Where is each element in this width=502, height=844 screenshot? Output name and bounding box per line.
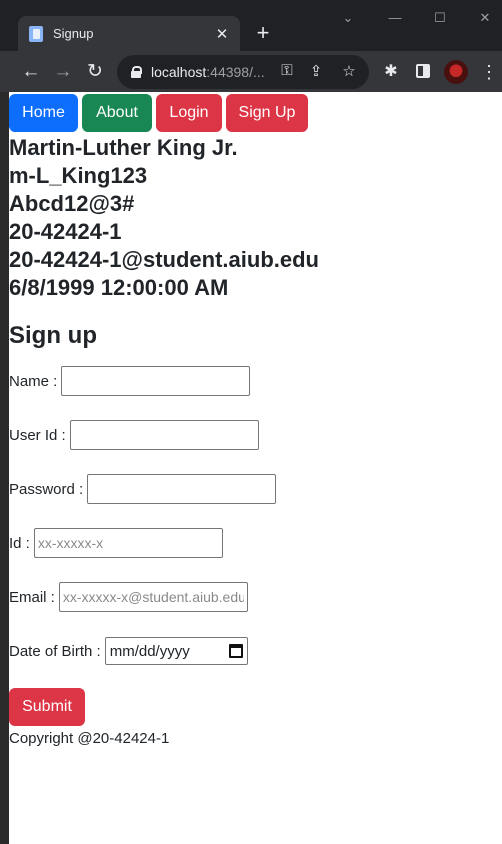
navbar: Home About Login Sign Up [9, 94, 312, 132]
signup-button[interactable]: Sign Up [226, 94, 308, 132]
email-row: Email : [9, 582, 248, 612]
menu-icon[interactable]: ⋮ [480, 60, 498, 84]
address-bar[interactable]: localhost:44398/... ⚿ ⇪ ☆ [117, 55, 369, 89]
footer-copyright: Copyright @20-42424-1 [9, 730, 170, 747]
dob-label: Date of Birth : [9, 642, 101, 660]
reload-icon[interactable]: ↻ [83, 60, 107, 84]
close-tab-icon[interactable]: ✕ [214, 25, 230, 43]
userid-row: User Id : [9, 420, 259, 450]
form-title: Sign up [9, 322, 97, 349]
lock-icon [131, 66, 142, 78]
id-label: Id : [9, 534, 30, 552]
id-row: Id : [9, 528, 223, 558]
info-user-id: m-L_King123 [9, 163, 148, 188]
password-label: Password : [9, 480, 84, 498]
about-button[interactable]: About [82, 94, 152, 132]
browser-chrome: Signup ✕ + ⌄ — ☐ ✕ ← → ↻ localhost:44398… [0, 0, 502, 92]
maximize-icon[interactable]: ☐ [425, 10, 455, 26]
star-icon[interactable]: ☆ [339, 62, 359, 80]
dob-input[interactable]: mm/dd/yyyy [104, 637, 248, 665]
home-button[interactable]: Home [9, 94, 78, 132]
calendar-icon[interactable] [228, 644, 243, 658]
page-content: Home About Login Sign Up Martin-Luther K… [9, 92, 502, 844]
info-id: 20-42424-1 [9, 219, 122, 244]
tab-title: Signup [53, 26, 94, 41]
dob-row: Date of Birth : mm/dd/yyyy [9, 636, 248, 666]
userid-input[interactable] [69, 420, 259, 450]
info-password: Abcd12@3# [9, 191, 135, 216]
tab-search-icon[interactable]: ⌄ [333, 10, 363, 26]
email-label: Email : [9, 588, 55, 606]
profile-avatar[interactable] [444, 60, 468, 84]
key-icon[interactable]: ⚿ [277, 62, 297, 79]
extensions-icon[interactable]: ✱ [380, 61, 402, 81]
submit-button[interactable]: Submit [9, 688, 85, 726]
share-icon[interactable]: ⇪ [306, 62, 326, 80]
browser-tab[interactable]: Signup ✕ [18, 16, 240, 51]
side-panel-icon[interactable] [416, 64, 430, 78]
info-email: 20-42424-1@student.aiub.edu [9, 247, 319, 272]
id-input[interactable] [33, 528, 223, 558]
new-tab-button[interactable]: + [251, 22, 275, 44]
forward-icon[interactable]: → [51, 60, 75, 84]
url-text[interactable]: localhost:44398/... [151, 64, 265, 80]
name-row: Name : [9, 366, 251, 396]
user-info: Martin-Luther King Jr. m-L_King123 Abcd1… [9, 134, 319, 302]
name-label: Name : [9, 372, 58, 390]
userid-label: User Id : [9, 426, 66, 444]
window-edge [0, 92, 9, 844]
minimize-icon[interactable]: — [380, 10, 410, 25]
email-input[interactable] [58, 582, 248, 612]
name-input[interactable] [61, 366, 251, 396]
close-window-icon[interactable]: ✕ [470, 10, 500, 26]
favicon-icon [29, 25, 43, 42]
info-name: Martin-Luther King Jr. [9, 135, 238, 160]
dob-value: mm/dd/yyyy [109, 642, 190, 660]
password-row: Password : [9, 474, 277, 504]
back-icon[interactable]: ← [19, 60, 43, 84]
login-button[interactable]: Login [156, 94, 222, 132]
browser-toolbar: ← → ↻ localhost:44398/... ⚿ ⇪ ☆ ✱ ⋮ [0, 51, 502, 92]
password-input[interactable] [87, 474, 277, 504]
info-dob: 6/8/1999 12:00:00 AM [9, 275, 229, 300]
